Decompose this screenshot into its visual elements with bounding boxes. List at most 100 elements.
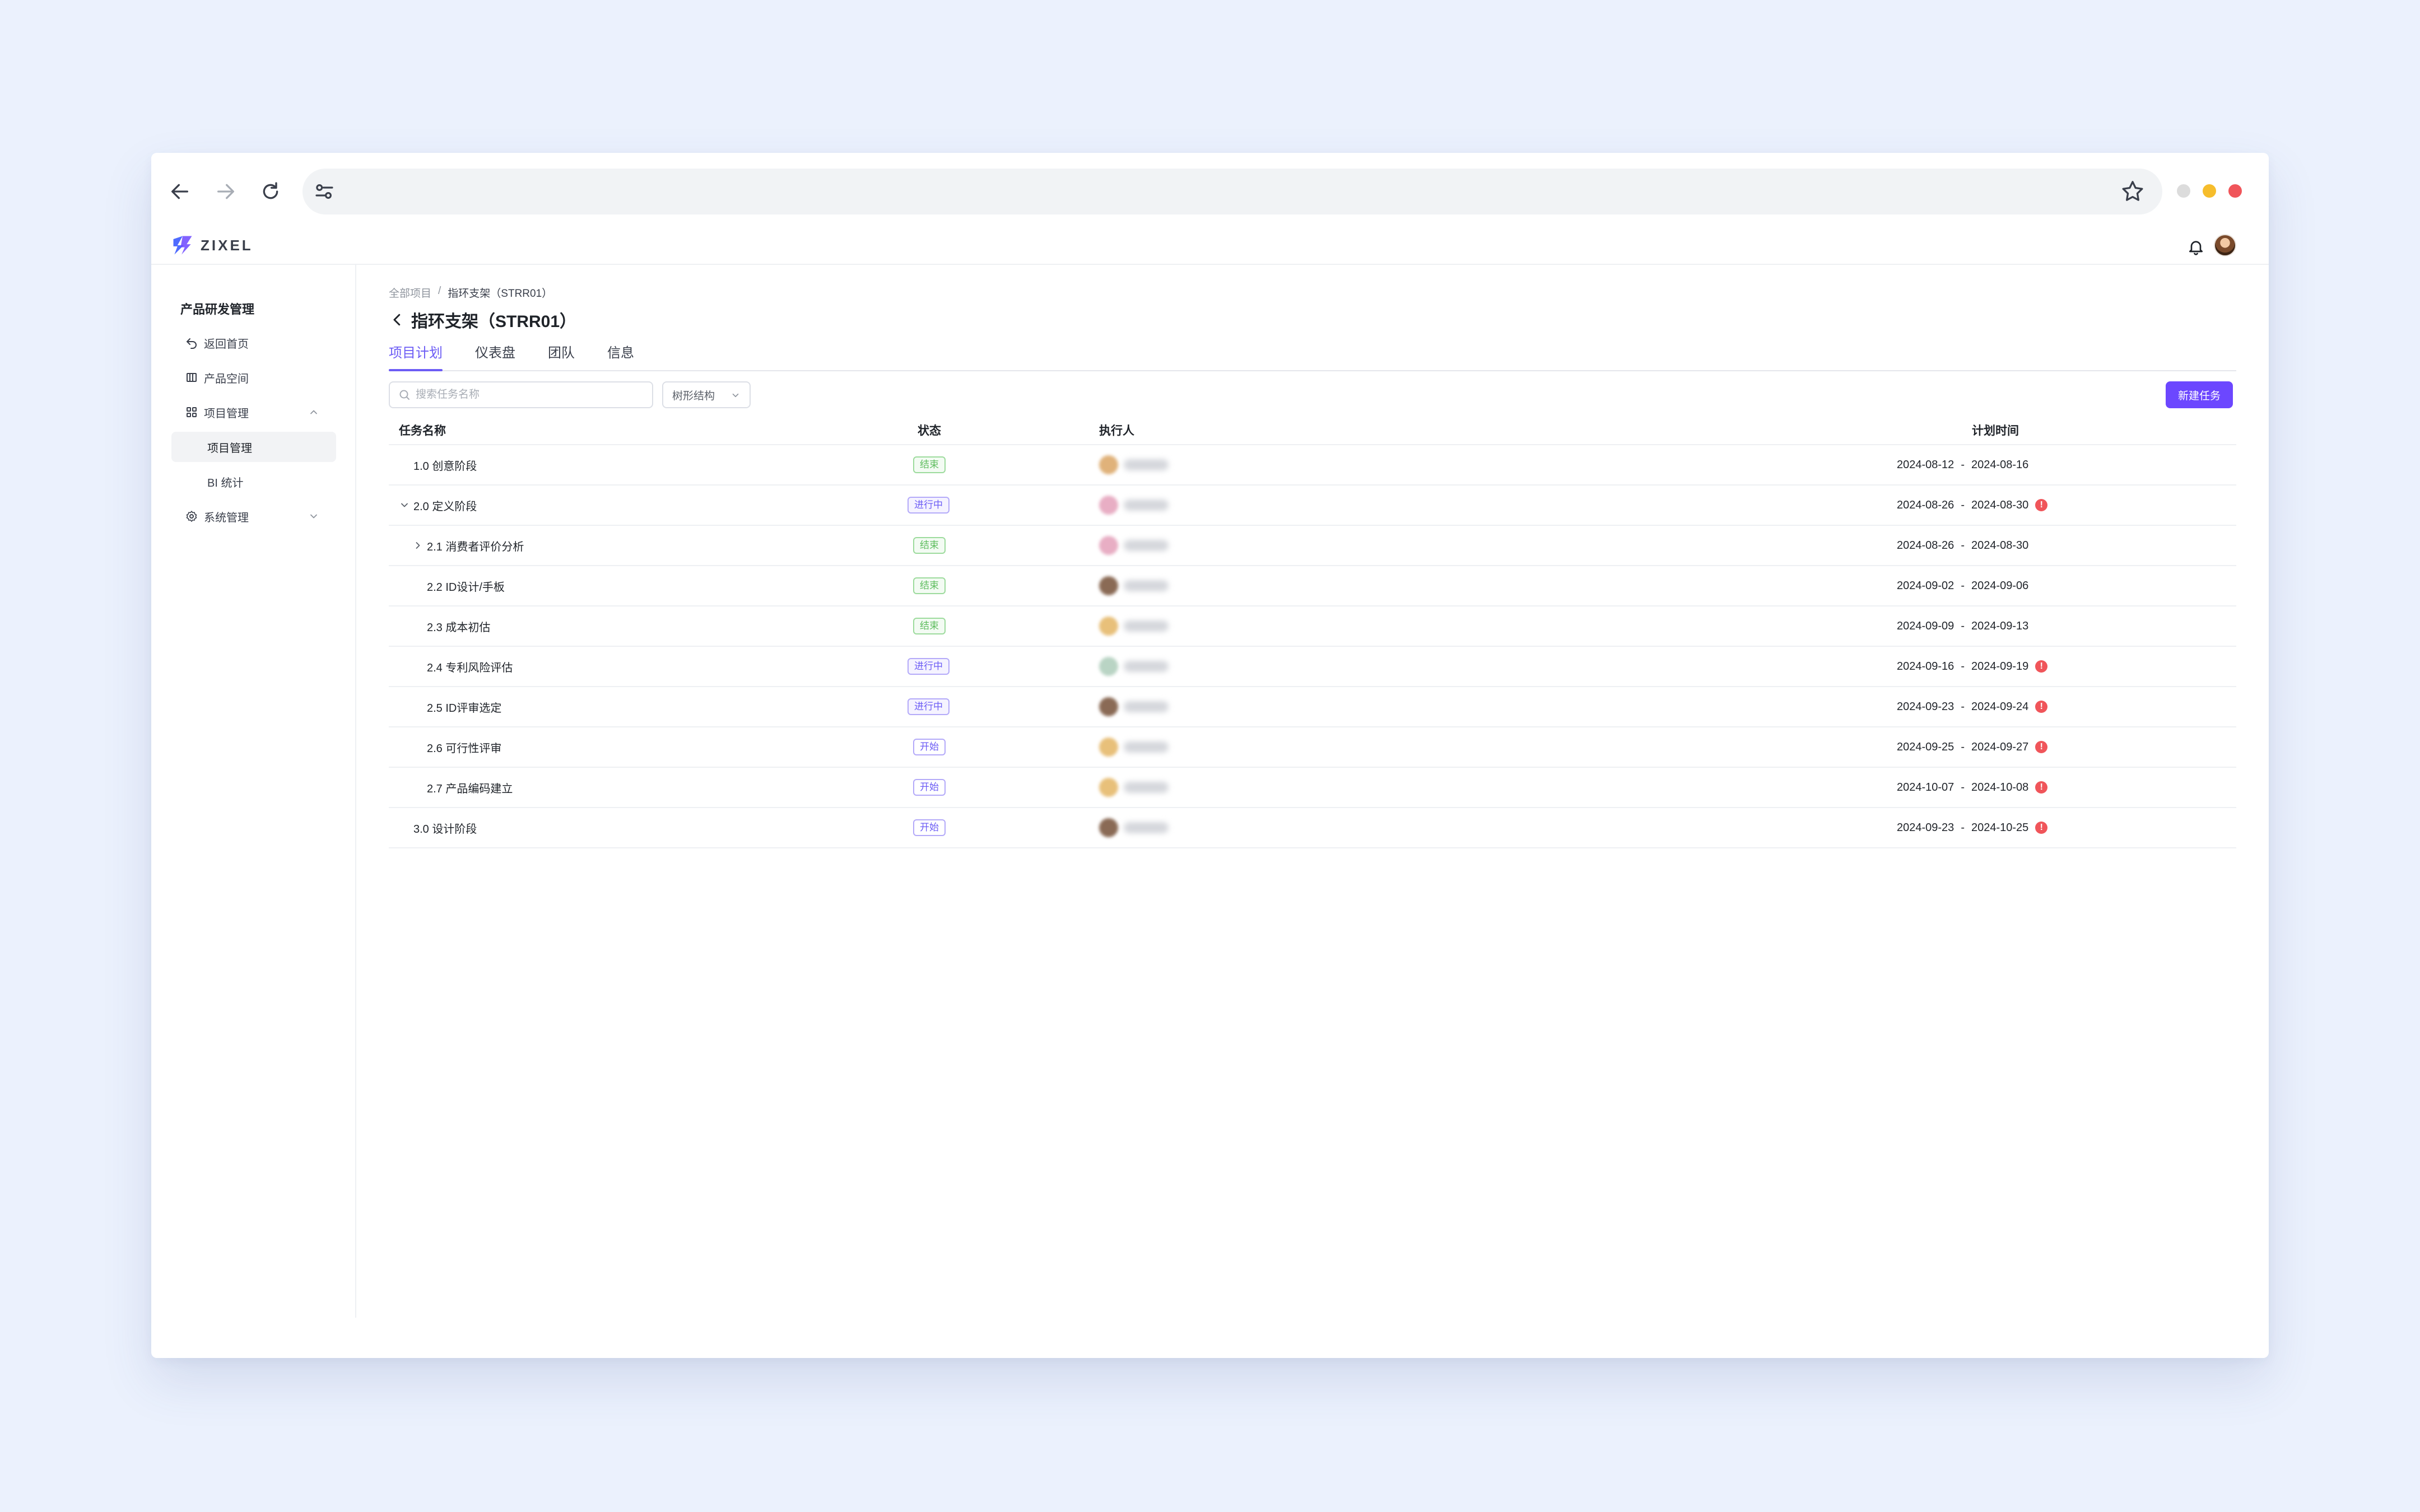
task-name: 2.3 成本初估 xyxy=(427,621,491,634)
table-row[interactable]: 2.3 成本初估 结束 2024-09-09-2024-09-13 xyxy=(389,606,2236,647)
chevron-right-icon[interactable] xyxy=(412,540,424,551)
table-row[interactable]: 2.1 消费者评价分析 结束 2024-08-26-2024-08-30 xyxy=(389,526,2236,566)
sidebar-subitem-project-management[interactable]: 项目管理 xyxy=(171,432,336,462)
notification-bell-icon[interactable] xyxy=(2187,238,2205,256)
task-name-cell[interactable]: 1.0 创意阶段 xyxy=(389,445,477,484)
table-row[interactable]: 2.7 产品编码建立 开始 2024-10-07-2024-10-08! xyxy=(389,768,2236,808)
browser-window: ZIXEL 产品研发管理 返回首页 产品空间 项目管理 项目管理 BI 统计 系… xyxy=(151,153,2269,1358)
assignee-cell xyxy=(1099,657,1169,676)
tab-bar: 项目计划 仪表盘 团队 信息 xyxy=(389,343,2236,371)
tab-dashboard[interactable]: 仪表盘 xyxy=(475,343,515,370)
overdue-warning-icon: ! xyxy=(2035,701,2048,713)
date-separator: - xyxy=(1961,660,1965,673)
window-close-dot[interactable] xyxy=(2228,184,2242,198)
assignee-cell xyxy=(1099,455,1169,474)
assignee-cell xyxy=(1099,536,1169,555)
planned-time-cell: 2024-09-23-2024-10-25! xyxy=(1897,808,2048,847)
column-header-assignee[interactable]: 执行人 xyxy=(1099,422,1134,438)
end-date: 2024-09-06 xyxy=(1971,579,2029,592)
overdue-warning-icon: ! xyxy=(2035,499,2048,511)
end-date: 2024-10-08 xyxy=(1971,781,2029,794)
overdue-warning-icon: ! xyxy=(2035,822,2048,834)
sidebar-subitem-bi-stats[interactable]: BI 统计 xyxy=(171,466,336,497)
table-row[interactable]: 1.0 创意阶段 结束 2024-08-12-2024-08-16 xyxy=(389,445,2236,486)
avatar xyxy=(1099,536,1118,555)
new-task-button[interactable]: 新建任务 xyxy=(2166,381,2233,408)
view-mode-select[interactable]: 树形结构 xyxy=(662,381,751,408)
start-date: 2024-09-09 xyxy=(1897,619,1954,632)
status-badge: 进行中 xyxy=(908,658,950,675)
task-search-box[interactable] xyxy=(389,381,653,408)
status-badge: 开始 xyxy=(913,779,946,796)
address-bar[interactable] xyxy=(302,169,2162,214)
table-body: 1.0 创意阶段 结束 2024-08-12-2024-08-16 2.0 定义阶段进… xyxy=(389,445,2236,848)
task-name-cell[interactable]: 2.6 可行性评审 xyxy=(389,727,501,767)
browser-toolbar xyxy=(151,153,2269,227)
app-logo[interactable]: ZIXEL xyxy=(170,230,253,260)
start-date: 2024-08-26 xyxy=(1897,498,1954,511)
table-row[interactable]: 2.2 ID设计/手板 结束 2024-09-02-2024-09-06 xyxy=(389,566,2236,606)
task-name-cell[interactable]: 2.5 ID评审选定 xyxy=(389,687,501,726)
task-name-cell[interactable]: 2.3 成本初估 xyxy=(389,606,490,646)
date-separator: - xyxy=(1961,619,1965,632)
table-row[interactable]: 3.0 设计阶段 开始 2024-09-23-2024-10-25! xyxy=(389,808,2236,848)
forward-button[interactable] xyxy=(212,178,240,206)
sidebar-title: 产品研发管理 xyxy=(180,302,255,316)
assignee-name-redacted xyxy=(1124,822,1169,833)
overdue-warning-icon: ! xyxy=(2035,781,2048,794)
task-name: 2.1 消费者评价分析 xyxy=(427,540,524,553)
column-header-time[interactable]: 计划时间 xyxy=(1972,422,2019,438)
table-row[interactable]: 2.5 ID评审选定 进行中 2024-09-23-2024-09-24! xyxy=(389,687,2236,727)
table-row[interactable]: 2.0 定义阶段 进行中 2024-08-26-2024-08-30! xyxy=(389,486,2236,526)
bookmark-star-icon[interactable] xyxy=(2120,179,2146,204)
date-separator: - xyxy=(1961,740,1965,753)
task-search-input[interactable] xyxy=(416,389,640,401)
task-name-cell[interactable]: 2.2 ID设计/手板 xyxy=(389,566,505,605)
sidebar-item-label: 产品空间 xyxy=(204,372,249,385)
breadcrumb-separator: / xyxy=(438,285,441,297)
status-badge: 开始 xyxy=(913,739,946,755)
sidebar-item-project-management[interactable]: 项目管理 xyxy=(171,397,336,427)
window-maximize-dot[interactable] xyxy=(2203,184,2216,198)
assignee-name-redacted xyxy=(1124,661,1169,672)
sidebar-item-home[interactable]: 返回首页 xyxy=(171,328,336,358)
tab-project-plan[interactable]: 项目计划 xyxy=(389,343,443,371)
breadcrumb-root[interactable]: 全部项目 xyxy=(389,285,431,300)
reload-button[interactable] xyxy=(257,178,285,206)
assignee-cell xyxy=(1099,818,1169,837)
tab-info[interactable]: 信息 xyxy=(607,343,634,370)
assignee-name-redacted xyxy=(1124,782,1169,793)
back-button[interactable] xyxy=(166,178,194,206)
planned-time-cell: 2024-08-26-2024-08-30 xyxy=(1897,526,2028,565)
chevron-down-icon[interactable] xyxy=(308,511,319,522)
task-name-cell[interactable]: 2.7 产品编码建立 xyxy=(389,768,513,807)
main-content: 全部项目 / 指环支架（STRR01） 指环支架（STRR01） 项目计划 仪表… xyxy=(356,265,2269,1358)
chevron-down-icon[interactable] xyxy=(399,500,410,511)
task-name-cell[interactable]: 2.1 消费者评价分析 xyxy=(389,526,524,565)
table-row[interactable]: 2.6 可行性评审 开始 2024-09-25-2024-09-27! xyxy=(389,727,2236,768)
planned-time-cell: 2024-09-25-2024-09-27! xyxy=(1897,727,2048,767)
user-avatar[interactable] xyxy=(2214,234,2236,256)
sidebar-item-label: 返回首页 xyxy=(204,338,249,351)
end-date: 2024-08-30 xyxy=(1971,498,2029,511)
site-settings-icon[interactable] xyxy=(313,180,336,203)
date-separator: - xyxy=(1961,781,1965,794)
assignee-name-redacted xyxy=(1124,459,1169,470)
task-name-cell[interactable]: 2.0 定义阶段 xyxy=(389,486,477,525)
tab-team[interactable]: 团队 xyxy=(548,343,575,370)
avatar xyxy=(1099,576,1118,595)
task-name-cell[interactable]: 2.4 专利风险评估 xyxy=(389,647,513,686)
column-header-status[interactable]: 状态 xyxy=(918,422,941,438)
chevron-left-icon[interactable] xyxy=(389,311,406,328)
task-name-cell[interactable]: 3.0 设计阶段 xyxy=(389,808,477,847)
column-header-name[interactable]: 任务名称 xyxy=(399,422,446,438)
sidebar-item-system-management[interactable]: 系统管理 xyxy=(171,501,336,531)
page-title: 指环支架（STRR01） xyxy=(389,307,576,332)
table-row[interactable]: 2.4 专利风险评估 进行中 2024-09-16-2024-09-19! xyxy=(389,647,2236,687)
assignee-cell xyxy=(1099,738,1169,757)
planned-time-cell: 2024-10-07-2024-10-08! xyxy=(1897,768,2048,807)
planned-time-cell: 2024-09-09-2024-09-13 xyxy=(1897,606,2028,646)
chevron-up-icon[interactable] xyxy=(308,407,319,418)
sidebar-item-product-space[interactable]: 产品空间 xyxy=(171,362,336,393)
window-minimize-dot[interactable] xyxy=(2177,184,2190,198)
